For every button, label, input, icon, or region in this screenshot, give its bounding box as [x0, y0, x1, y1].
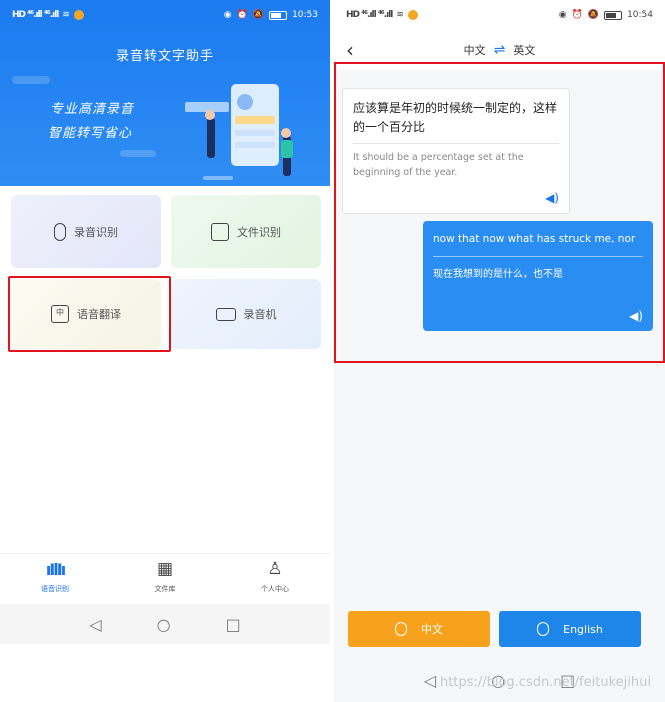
- message-bubble-chinese: 应该算是年初的时候统一制定的，这样的一个百分比 It should be a p…: [342, 88, 570, 214]
- slogan-line-2: 智能转写省心: [48, 126, 133, 141]
- alarm-icon: ⏰: [571, 10, 583, 20]
- file-recognition-card[interactable]: 文件识别: [171, 195, 321, 268]
- mute-icon: 🔕: [252, 10, 265, 20]
- recents-square-icon[interactable]: □: [226, 615, 241, 634]
- english-voice-button[interactable]: English: [499, 611, 641, 647]
- battery-icon: [269, 10, 288, 20]
- nav-file-library[interactable]: ▦ 文件库: [110, 554, 220, 599]
- english-button-label: English: [563, 622, 603, 636]
- wifi-icon: ≋: [396, 10, 404, 20]
- bottom-navigation: ıIlIı 语音识别 ▦ 文件库 ♙ 个人中心: [0, 553, 330, 599]
- nav-voice-label: 语音识别: [41, 584, 69, 593]
- microphone-icon: [537, 622, 550, 636]
- app-notification-icon: [73, 10, 84, 20]
- system-nav-bar: ◁ ○ □: [0, 604, 330, 644]
- grid-icon: ▦: [156, 559, 174, 579]
- alarm-icon: ⏰: [236, 10, 248, 20]
- home-circle-icon[interactable]: ○: [157, 615, 171, 634]
- back-arrow-icon[interactable]: ‹: [346, 38, 354, 62]
- waveform-icon: ıIlIı: [45, 559, 66, 579]
- chinese-voice-button[interactable]: 中文: [348, 611, 490, 647]
- status-bar: HD ⁴⁶.ıll ⁴⁶.ıll ≋ ◉ ⏰ 🔕 10:54: [334, 0, 665, 30]
- conversation-area: 应该算是年初的时候统一制定的，这样的一个百分比 It should be a p…: [334, 62, 665, 363]
- hero-banner: HD ⁴⁶.ıll ⁴⁶.ıll ≋ ◉ ⏰ 🔕 10:53 录音转文字助手 专业高清录…: [0, 0, 330, 186]
- wifi-icon: ≋: [62, 10, 70, 20]
- status-bar: HD ⁴⁶.ıll ⁴⁶.ıll ≋ ◉ ⏰ 🔕 10:53: [0, 0, 330, 30]
- speaker-icon[interactable]: ◀): [545, 191, 559, 205]
- watermark-text: https://blog.csdn.net/feitukejihui: [440, 675, 651, 690]
- nav-profile-label: 个人中心: [261, 585, 289, 593]
- file-recognition-label: 文件识别: [237, 225, 281, 239]
- divider: [433, 256, 643, 257]
- nav-library-label: 文件库: [154, 585, 176, 593]
- battery-icon: [604, 10, 623, 20]
- back-triangle-icon[interactable]: ◁: [424, 671, 436, 690]
- right-phone-screen: HD ⁴⁶.ıll ⁴⁶.ıll ≋ ◉ ⏰ 🔕 10:54 ‹ 中文 ⇌ 英文 应该算…: [334, 0, 665, 702]
- signal-indicator: HD ⁴⁶.ıll ⁴⁶.ıll: [346, 10, 393, 20]
- decor-bar: [12, 76, 50, 84]
- clock: 10:54: [627, 10, 653, 20]
- nav-voice-recognition[interactable]: ıIlIı 语音识别: [0, 554, 110, 599]
- record-recognition-card[interactable]: 录音识别: [11, 195, 161, 268]
- folder-icon: [211, 222, 229, 241]
- chinese-button-label: 中文: [421, 623, 443, 636]
- clock: 10:53: [292, 10, 318, 20]
- swap-languages-icon[interactable]: ⇌: [494, 42, 506, 58]
- eye-icon: ◉: [558, 10, 567, 20]
- hero-illustration: [185, 84, 305, 180]
- cassette-icon: [215, 307, 236, 321]
- app-title: 录音转文字助手: [115, 49, 214, 64]
- person-icon: ♙: [267, 559, 283, 579]
- speaker-icon[interactable]: ◀): [629, 309, 643, 323]
- eye-icon: ◉: [223, 10, 232, 20]
- app-notification-icon: [407, 10, 418, 20]
- signal-indicator: HD ⁴⁶.ıll ⁴⁶.ıll: [12, 10, 59, 20]
- source-language[interactable]: 中文: [464, 42, 486, 58]
- recorder-label: 录音机: [243, 308, 277, 321]
- divider: [353, 143, 559, 144]
- target-language[interactable]: 英文: [513, 42, 535, 58]
- record-recognition-label: 录音识别: [74, 225, 118, 239]
- message-source-text: now that now what has struck me, nor: [433, 233, 636, 245]
- left-phone-screen: HD ⁴⁶.ıll ⁴⁶.ıll ≋ ◉ ⏰ 🔕 10:53 录音转文字助手 专业高清录…: [0, 0, 330, 702]
- mute-icon: 🔕: [587, 10, 600, 20]
- decor-bar: [120, 150, 156, 157]
- slogan-line-1: 专业高清录音: [50, 102, 135, 117]
- recorder-card[interactable]: 录音机: [171, 279, 321, 349]
- nav-profile[interactable]: ♙ 个人中心: [220, 554, 330, 599]
- microphone-icon: [395, 622, 407, 636]
- microphone-icon: [54, 222, 66, 241]
- message-translation-text: 现在我想到的是什么，也不是: [433, 269, 563, 280]
- message-source-text: 应该算是年初的时候统一制定的，这样的一个百分比: [353, 101, 558, 134]
- translation-highlight-box: [8, 276, 171, 352]
- message-translation-text: It should be a percentage set at the beg…: [353, 152, 524, 178]
- back-triangle-icon[interactable]: ◁: [89, 615, 101, 634]
- message-bubble-english: now that now what has struck me, nor 现在我…: [423, 221, 653, 331]
